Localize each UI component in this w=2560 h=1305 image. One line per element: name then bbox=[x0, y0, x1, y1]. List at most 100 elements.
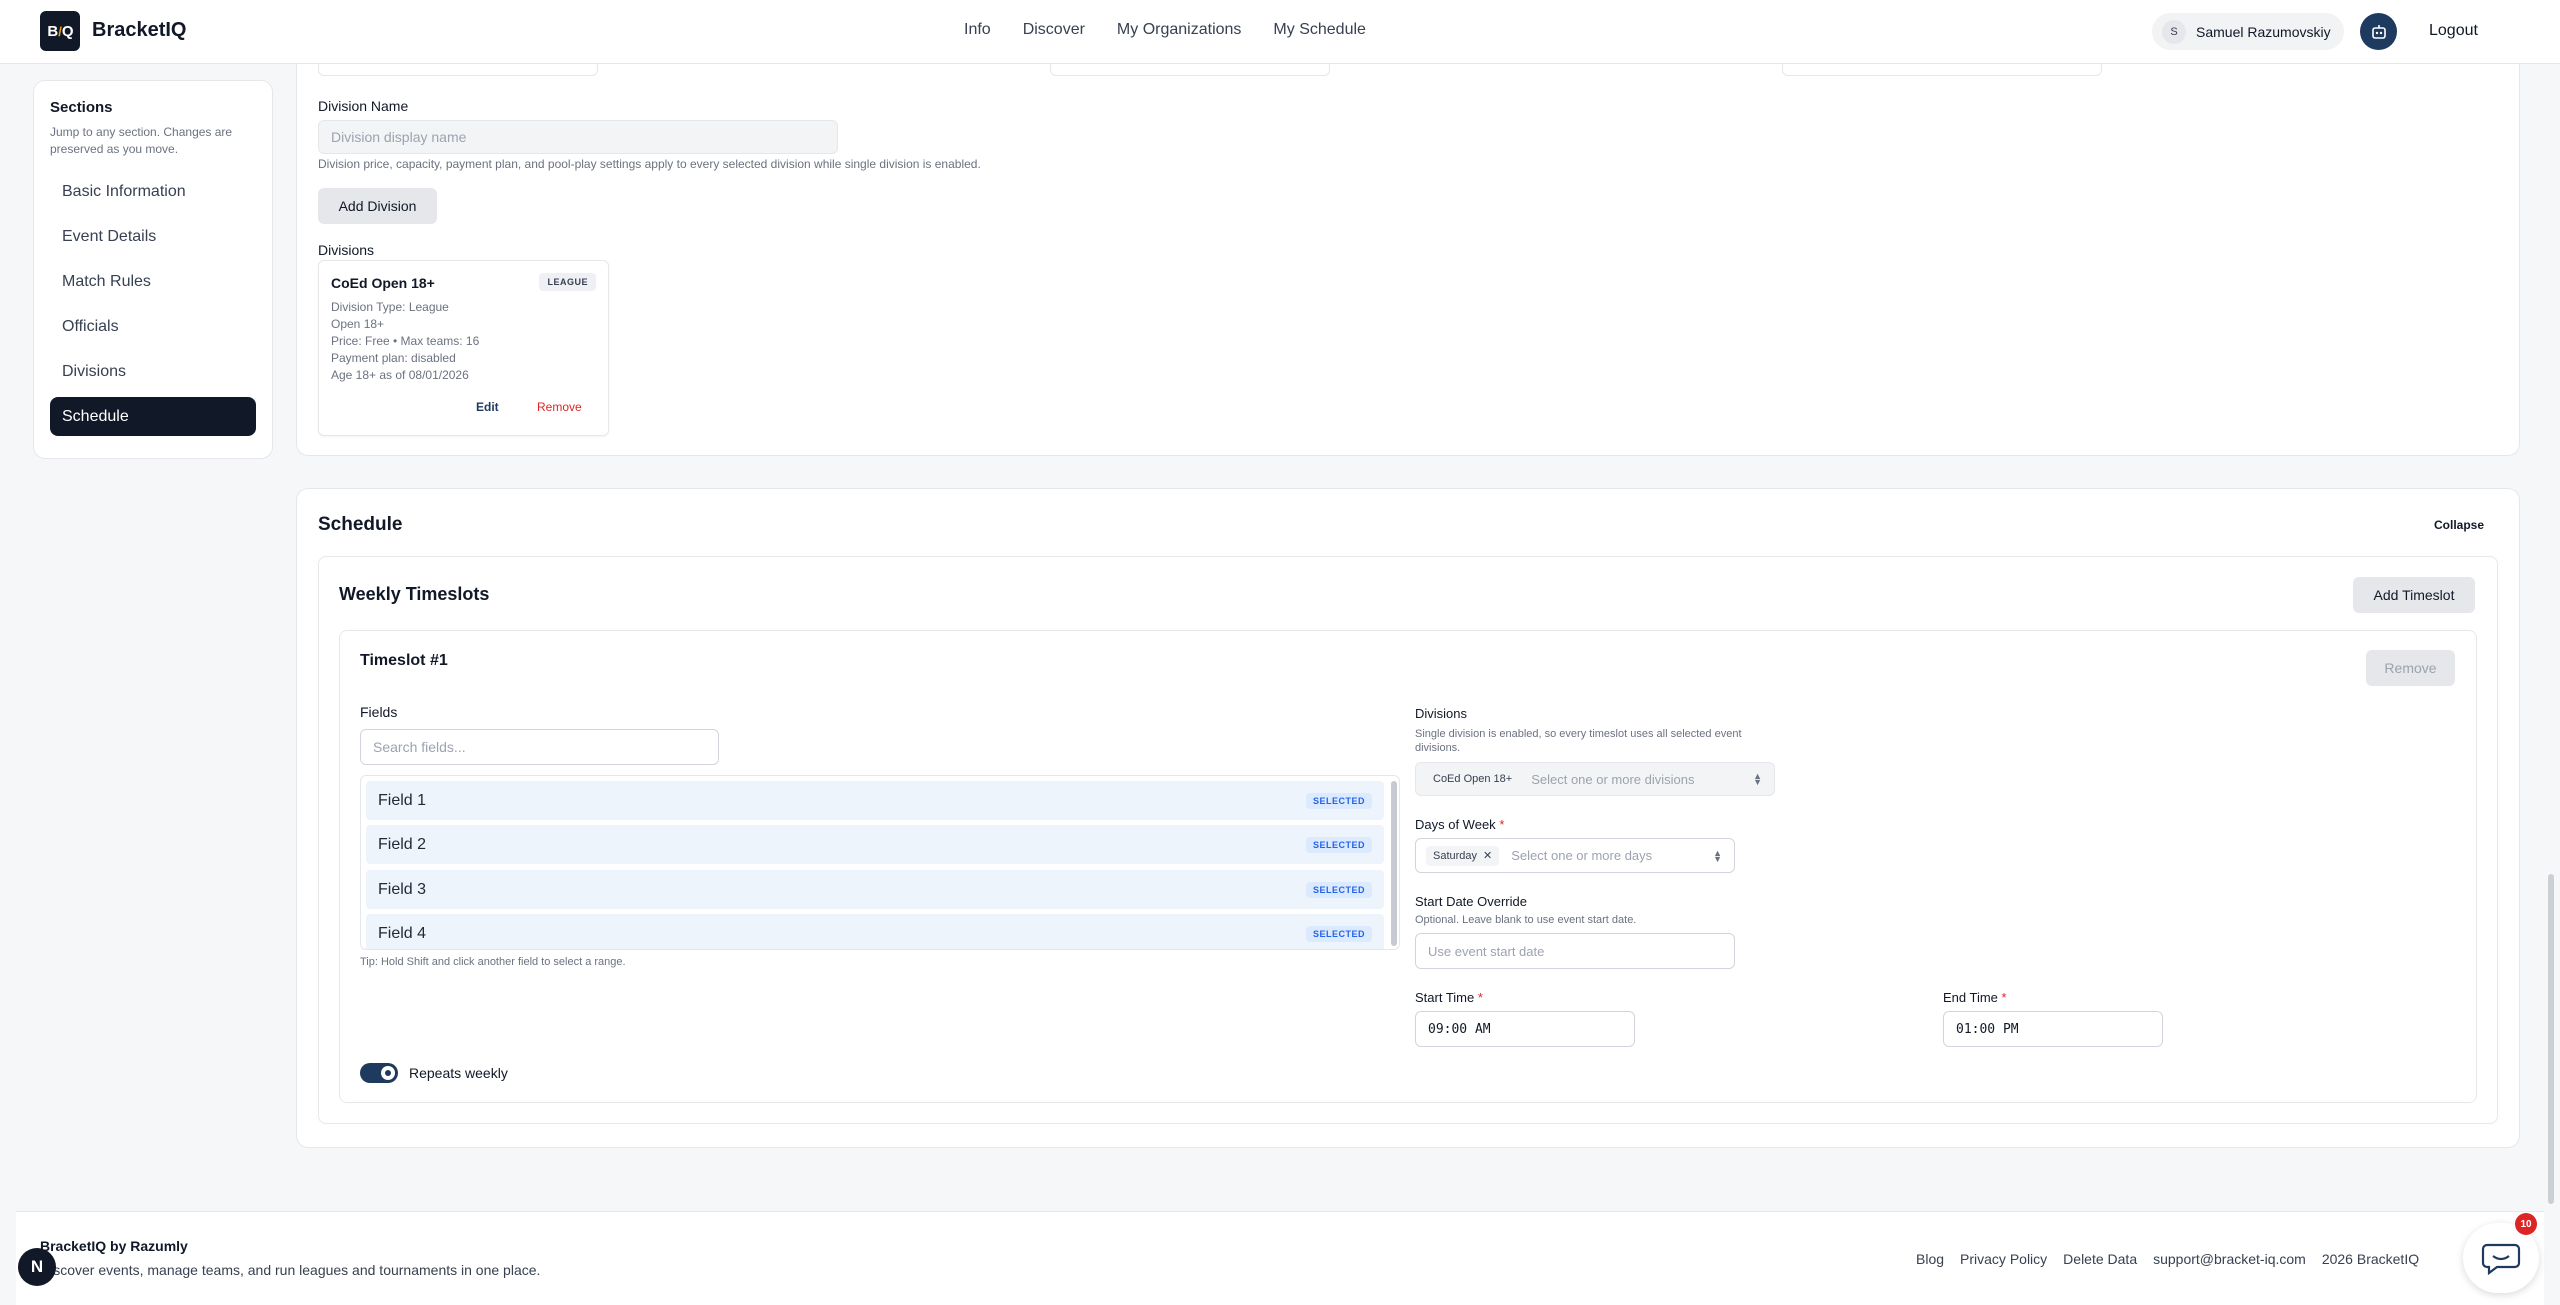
add-timeslot-button[interactable]: Add Timeslot bbox=[2353, 577, 2475, 613]
brand-name[interactable]: BracketIQ bbox=[92, 19, 187, 42]
selected-badge: SELECTED bbox=[1305, 925, 1372, 942]
user-name: Samuel Razumovskiy bbox=[2196, 23, 2331, 40]
divisions-placeholder: Select one or more divisions bbox=[1531, 771, 1695, 787]
repeats-weekly-toggle[interactable] bbox=[360, 1063, 398, 1083]
field-option-3[interactable]: Field 3 SELECTED bbox=[366, 870, 1384, 909]
divisions-multiselect[interactable]: CoEd Open 18+ Select one or more divisio… bbox=[1415, 762, 1775, 796]
divisions-select-label: Divisions bbox=[1415, 706, 1468, 721]
user-menu[interactable]: S Samuel Razumovskiy bbox=[2152, 13, 2344, 50]
start-date-override-help: Optional. Leave blank to use event start… bbox=[1415, 914, 1637, 926]
division-card-details: Division Type: League Open 18+ Price: Fr… bbox=[331, 299, 479, 384]
division-card-title: CoEd Open 18+ bbox=[331, 275, 435, 291]
field-option-label: Field 2 bbox=[378, 835, 427, 853]
brand-logo[interactable]: B / Q bbox=[40, 11, 80, 51]
end-time-input[interactable]: 01:00 PM bbox=[1943, 1011, 2163, 1047]
nav-discover[interactable]: Discover bbox=[1023, 21, 1085, 39]
fields-search-input[interactable]: Search fields... bbox=[360, 729, 719, 765]
division-name-label: Division Name bbox=[318, 98, 409, 114]
footer-links: Blog Privacy Policy Delete Data support@… bbox=[1916, 1251, 2419, 1267]
weekly-timeslots-title: Weekly Timeslots bbox=[339, 584, 490, 604]
days-of-week-label-text: Days of Week bbox=[1415, 817, 1496, 832]
field-option-1[interactable]: Field 1 SELECTED bbox=[366, 781, 1384, 820]
division-chip: CoEd Open 18+ bbox=[1433, 773, 1513, 785]
chat-notification-count: 10 bbox=[2515, 1213, 2537, 1235]
nav-my-schedule[interactable]: My Schedule bbox=[1273, 21, 1366, 39]
n-badge-button[interactable]: N bbox=[18, 1248, 56, 1286]
sidebar-item-basic-information[interactable]: Basic Information bbox=[50, 172, 256, 211]
days-of-week-label: Days of Week * bbox=[1415, 817, 1504, 832]
sidebar-description: Jump to any section. Changes are preserv… bbox=[50, 125, 233, 156]
schedule-title: Schedule bbox=[318, 514, 403, 535]
start-date-override-input[interactable]: Use event start date bbox=[1415, 933, 1735, 969]
end-time-label: End Time * bbox=[1943, 990, 2007, 1005]
days-placeholder: Select one or more days bbox=[1511, 848, 1653, 863]
division-edit-button[interactable]: Edit bbox=[476, 400, 499, 414]
footer-link-delete-data[interactable]: Delete Data bbox=[2063, 1251, 2137, 1267]
footer-link-blog[interactable]: Blog bbox=[1916, 1251, 1944, 1267]
division-detail-level: Open 18+ bbox=[331, 317, 385, 331]
sidebar-item-officials[interactable]: Officials bbox=[50, 307, 256, 346]
required-mark: * bbox=[1499, 817, 1505, 832]
division-type-badge: LEAGUE bbox=[539, 273, 596, 291]
nav-my-organizations[interactable]: My Organizations bbox=[1117, 21, 1242, 39]
page-scrollbar[interactable] bbox=[2548, 874, 2554, 1204]
sidebar-item-event-details[interactable]: Event Details bbox=[50, 217, 256, 256]
days-multiselect[interactable]: Saturday ✕ Select one or more days ▲ ▼ bbox=[1415, 838, 1735, 873]
start-time-input[interactable]: 09:00 AM bbox=[1415, 1011, 1635, 1047]
robot-icon bbox=[2371, 24, 2386, 39]
footer-copyright: 2026 BracketIQ bbox=[2321, 1251, 2420, 1267]
sidebar-title: Sections bbox=[50, 99, 113, 116]
footer-link-privacy[interactable]: Privacy Policy bbox=[1960, 1251, 2047, 1267]
toggle-knob bbox=[381, 1066, 395, 1080]
logout-link[interactable]: Logout bbox=[2429, 22, 2478, 40]
logo-slash: / bbox=[58, 23, 62, 39]
sections-sidebar: Sections Jump to any section. Changes ar… bbox=[33, 80, 273, 459]
division-detail-payment: Payment plan: disabled bbox=[331, 351, 456, 365]
footer-brand: BracketIQ by Razumly bbox=[40, 1238, 188, 1254]
assistant-button[interactable] bbox=[2360, 13, 2397, 50]
sidebar-item-divisions[interactable]: Divisions bbox=[50, 352, 256, 391]
avatar: S bbox=[2162, 19, 2186, 44]
chevron-updown-icon: ▲ ▼ bbox=[1713, 847, 1722, 864]
remove-timeslot-button[interactable]: Remove bbox=[2366, 650, 2455, 686]
start-date-override-label: Start Date Override bbox=[1415, 894, 1527, 909]
nav-info[interactable]: Info bbox=[964, 21, 991, 39]
footer-tagline: Discover events, manage teams, and run l… bbox=[40, 1262, 541, 1278]
timeslot-title: Timeslot #1 bbox=[360, 652, 448, 669]
divisions-label: Divisions bbox=[318, 242, 375, 258]
fields-scrollbar[interactable] bbox=[1391, 781, 1397, 946]
add-division-button[interactable]: Add Division bbox=[318, 188, 437, 224]
sidebar-item-schedule[interactable]: Schedule bbox=[50, 397, 256, 436]
division-help-text: Division price, capacity, payment plan, … bbox=[318, 157, 981, 171]
chat-icon bbox=[2481, 1243, 2521, 1275]
start-time-label-text: Start Time bbox=[1415, 990, 1475, 1005]
division-card: CoEd Open 18+ LEAGUE Division Type: Leag… bbox=[318, 260, 609, 436]
selected-badge: SELECTED bbox=[1305, 836, 1372, 853]
day-chip[interactable]: Saturday ✕ bbox=[1426, 845, 1500, 866]
field-option-4[interactable]: Field 4 SELECTED bbox=[366, 914, 1384, 949]
close-icon[interactable]: ✕ bbox=[1483, 849, 1492, 862]
division-detail-type: Division Type: League bbox=[331, 300, 449, 314]
division-name-input[interactable]: Division display name bbox=[318, 120, 838, 154]
footer-link-support-email[interactable]: support@bracket-iq.com bbox=[2153, 1251, 2306, 1267]
top-navbar: B / Q BracketIQ Info Discover My Organizat… bbox=[0, 0, 2560, 64]
division-remove-button[interactable]: Remove bbox=[537, 400, 582, 414]
field-option-label: Field 3 bbox=[378, 880, 427, 898]
field-option-label: Field 1 bbox=[378, 791, 427, 809]
collapse-button[interactable]: Collapse bbox=[2434, 518, 2484, 532]
divisions-select-help: Single division is enabled, so every tim… bbox=[1415, 728, 1742, 754]
fields-tip: Tip: Hold Shift and click another field … bbox=[360, 956, 626, 968]
selected-badge: SELECTED bbox=[1305, 792, 1372, 809]
fields-list: Field 1 SELECTED Field 2 SELECTED Field … bbox=[360, 775, 1400, 950]
logo-q: Q bbox=[61, 22, 74, 40]
day-chip-label: Saturday bbox=[1433, 849, 1478, 862]
selected-badge: SELECTED bbox=[1305, 881, 1372, 898]
end-time-label-text: End Time bbox=[1943, 990, 1998, 1005]
main-nav: Info Discover My Organizations My Schedu… bbox=[964, 21, 1366, 39]
divisions-card bbox=[296, 40, 2520, 456]
field-option-2[interactable]: Field 2 SELECTED bbox=[366, 825, 1384, 864]
division-detail-age: Age 18+ as of 08/01/2026 bbox=[331, 368, 469, 382]
fields-label: Fields bbox=[360, 704, 398, 720]
required-mark: * bbox=[1477, 990, 1483, 1005]
sidebar-item-match-rules[interactable]: Match Rules bbox=[50, 262, 256, 301]
